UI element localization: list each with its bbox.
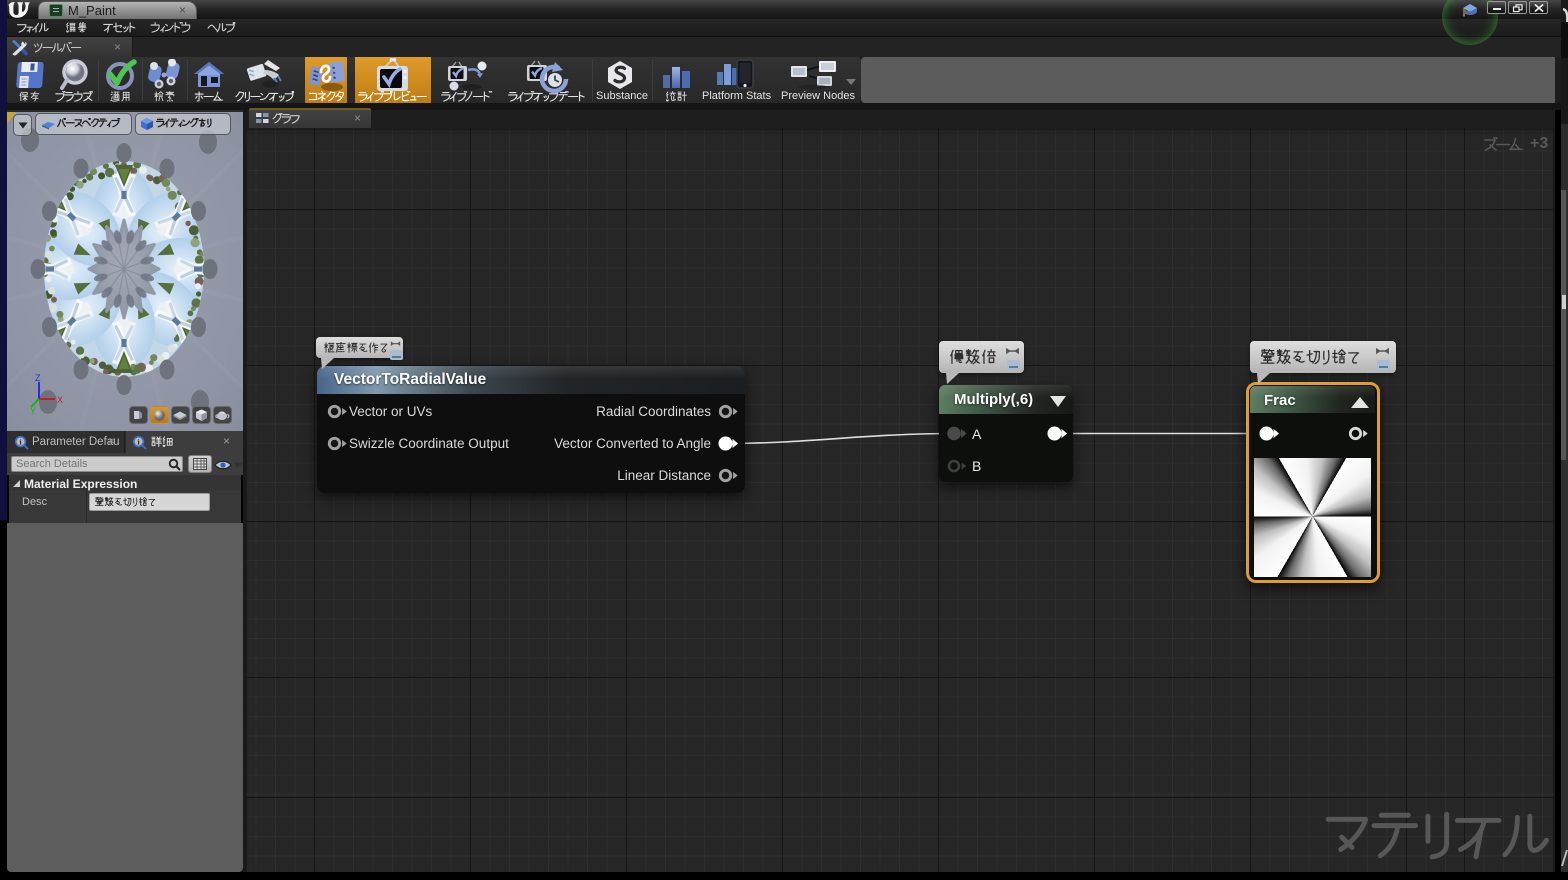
svg-text:X: X <box>57 395 63 405</box>
svg-text:Y: Y <box>30 406 36 414</box>
svg-text:i: i <box>138 437 140 446</box>
svg-text:i: i <box>20 437 22 446</box>
svg-text:Z: Z <box>35 374 41 383</box>
